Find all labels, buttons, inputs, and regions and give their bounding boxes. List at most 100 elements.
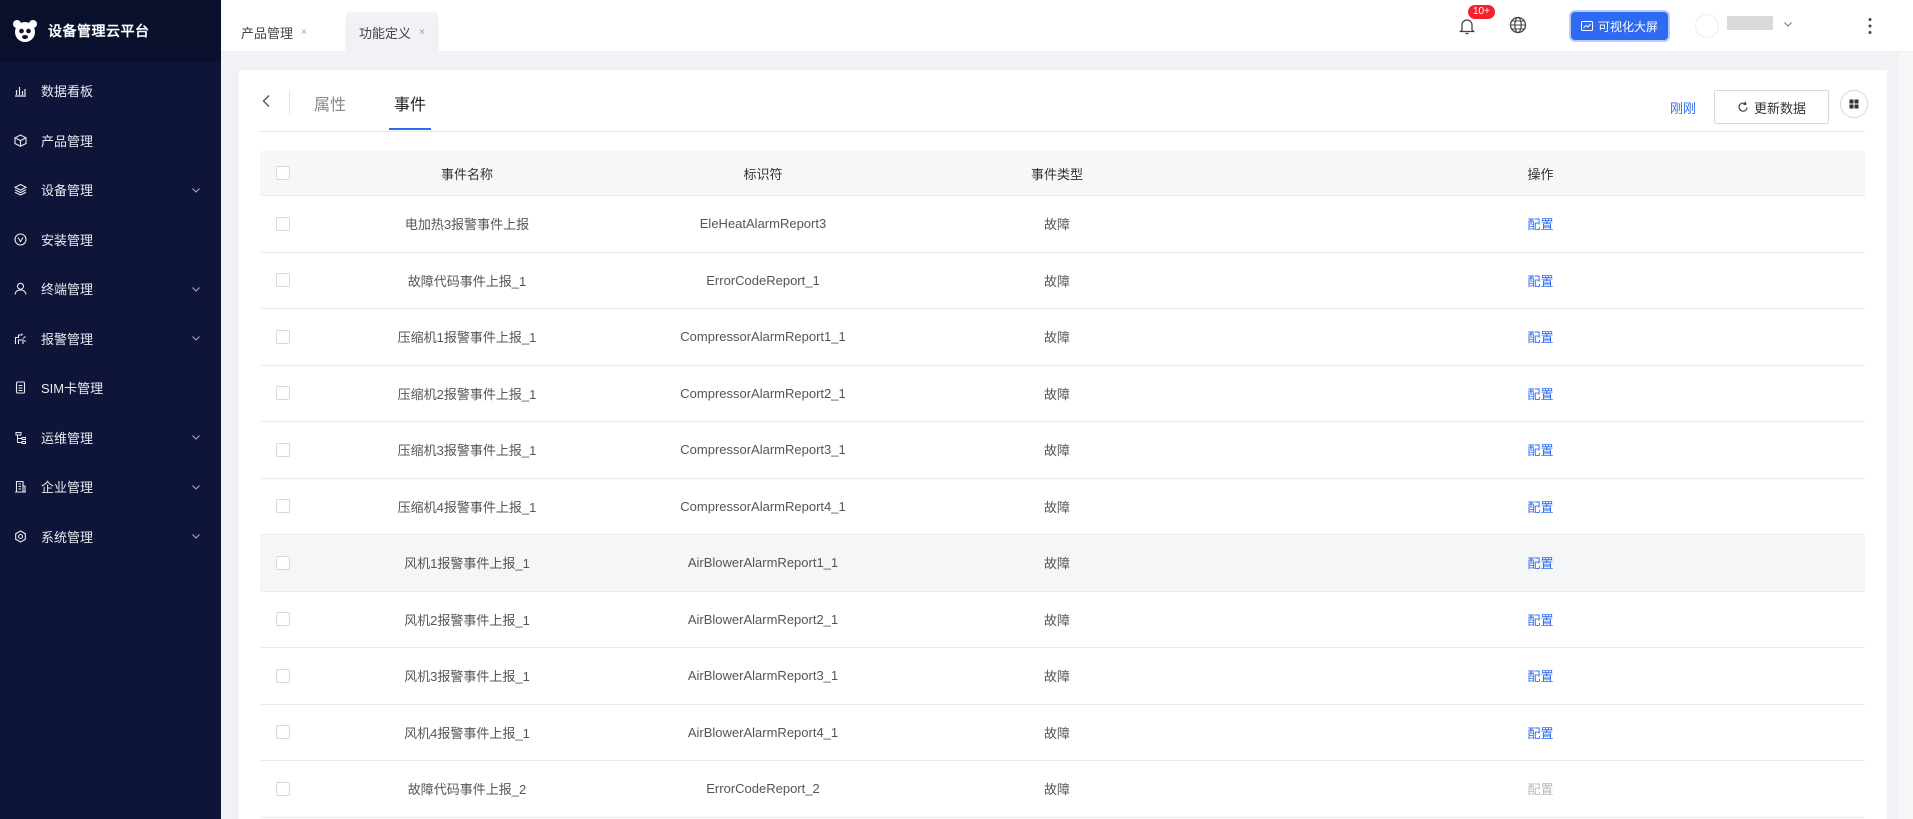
table-row[interactable]: 风机4报警事件上报_1 AirBlowerAlarmReport4_1 故障 配置 [260,705,1865,761]
table-row[interactable]: 压缩机1报警事件上报_1 CompressorAlarmReport1_1 故障 配置 [260,309,1865,366]
tab-label: 产品管理 [241,25,294,41]
row-checkbox[interactable] [276,781,290,796]
configure-link[interactable]: 配置 [1527,217,1553,232]
chevron-down-icon[interactable] [1783,19,1793,29]
alarm-icon [13,331,27,345]
notification-badge: 10+ [1468,5,1495,19]
view-toggle-button[interactable] [1840,90,1868,118]
table-row[interactable]: 风机1报警事件上报_1 AirBlowerAlarmReport1_1 故障 配置 [260,535,1865,592]
table-row[interactable]: 风机2报警事件上报_1 AirBlowerAlarmReport2_1 故障 配置 [260,592,1865,648]
row-checkbox[interactable] [276,725,290,740]
sidebar-item-terminal[interactable]: 终端管理 [0,264,221,314]
select-all-checkbox[interactable] [276,166,290,180]
divider [260,131,1865,132]
event-name-cell: 故障代码事件上报_1 [407,273,527,289]
identifier-cell: EleHeatAlarmReport3 [699,216,827,232]
configure-link[interactable]: 配置 [1527,387,1553,402]
tab-product-management[interactable]: 产品管理 × [227,12,321,52]
row-checkbox[interactable] [276,273,290,288]
event-name-cell: 风机4报警事件上报_1 [404,725,530,741]
sidebar-item-enterprise[interactable]: 企业管理 [0,462,221,512]
event-type-cell: 故障 [1043,217,1070,233]
sidebar-item-alarm[interactable]: 报警管理 [0,314,221,364]
event-type-cell: 故障 [1043,612,1070,628]
tab-function-definition[interactable]: 功能定义 × [345,12,439,52]
configure-link[interactable]: 配置 [1527,274,1553,289]
sidebar-item-sim[interactable]: SIM卡管理 [0,363,221,413]
user-name-redacted[interactable] [1727,16,1773,30]
chevron-down-icon [192,435,200,441]
main-card: 属性 事件 刚刚 更新数据 事件名称 标识符 事件类型 操作 电加热3报警事件上… [239,70,1887,819]
identifier-cell: CompressorAlarmReport4_1 [680,498,846,514]
building-icon [13,480,27,494]
sidebar-item-dashboard[interactable]: 数据看板 [0,66,221,116]
table-row[interactable]: 电加热3报警事件上报 EleHeatAlarmReport3 故障 配置 [260,196,1865,253]
configure-link[interactable]: 配置 [1527,330,1553,345]
app-title: 设备管理云平台 [48,23,150,39]
tab-properties[interactable]: 属性 [314,91,346,115]
row-checkbox[interactable] [276,612,290,627]
layers-icon [13,183,27,197]
chevron-down-icon [192,286,200,292]
refresh-data-button[interactable]: 更新数据 [1714,90,1829,124]
configure-link[interactable]: 配置 [1527,669,1553,684]
tab-events[interactable]: 事件 [394,91,426,115]
close-icon[interactable]: × [301,27,307,38]
top-bar: 产品管理 × 功能定义 × 10+ 可视化大屏 [221,0,1913,52]
identifier-cell: AirBlowerAlarmReport1_1 [687,555,839,571]
table-row[interactable]: 压缩机4报警事件上报_1 CompressorAlarmReport4_1 故障 配置 [260,479,1865,535]
globe-icon[interactable] [1508,15,1528,35]
row-checkbox[interactable] [276,442,290,457]
row-checkbox[interactable] [276,499,290,514]
sidebar-item-install[interactable]: 安装管理 [0,215,221,265]
event-type-cell: 故障 [1043,330,1070,346]
event-name-cell: 压缩机2报警事件上报_1 [397,386,537,402]
visualization-screen-button[interactable]: 可视化大屏 [1571,12,1668,40]
back-arrow-icon[interactable] [261,94,273,108]
table-row[interactable]: 压缩机3报警事件上报_1 CompressorAlarmReport3_1 故障 配置 [260,422,1865,479]
table-row[interactable]: 故障代码事件上报_2 ErrorCodeReport_2 故障 配置 [260,761,1865,818]
configure-link[interactable]: 配置 [1527,500,1553,515]
page-scrollbar[interactable] [1899,52,1913,819]
row-checkbox[interactable] [276,329,290,344]
configure-link[interactable]: 配置 [1527,726,1553,741]
cube-icon [13,133,27,147]
event-type-cell: 故障 [1043,782,1070,798]
identifier-cell: AirBlowerAlarmReport3_1 [687,668,839,684]
sidebar-item-product[interactable]: 产品管理 [0,116,221,166]
user-icon [13,282,27,296]
table-header: 事件名称 标识符 事件类型 操作 [260,151,1865,196]
chevron-down-icon [192,187,200,193]
configure-link[interactable]: 配置 [1527,443,1553,458]
identifier-cell: CompressorAlarmReport1_1 [680,329,846,345]
sidebar-item-system[interactable]: 系统管理 [0,512,221,562]
settings-icon [13,529,27,543]
table-body: 电加热3报警事件上报 EleHeatAlarmReport3 故障 配置 故障代码事件上… [260,196,1865,818]
more-vertical-icon[interactable] [1867,16,1873,36]
row-checkbox[interactable] [276,668,290,683]
event-name-cell: 风机1报警事件上报_1 [404,556,530,572]
sidebar-item-device[interactable]: 设备管理 [0,165,221,215]
table-row[interactable]: 风机3报警事件上报_1 AirBlowerAlarmReport3_1 故障 配置 [260,648,1865,705]
bell-icon[interactable] [1457,16,1477,36]
avatar[interactable] [1695,14,1719,38]
install-icon [13,232,27,246]
event-type-cell: 故障 [1043,499,1070,515]
identifier-cell: ErrorCodeReport_1 [706,272,820,288]
configure-link[interactable]: 配置 [1527,556,1553,571]
row-checkbox[interactable] [276,386,290,401]
sub-tabs: 属性 事件 刚刚 更新数据 [239,70,1887,132]
column-header-identifier: 标识符 [743,166,783,182]
sidebar-item-ops[interactable]: 运维管理 [0,413,221,463]
configure-link[interactable]: 配置 [1527,613,1553,628]
sidebar-menu: 数据看板 产品管理 设备管理 安装管理 终端管理 报警管理 SIM卡管理 运维管… [0,62,221,561]
configure-link[interactable]: 配置 [1527,782,1553,797]
row-checkbox[interactable] [276,216,290,231]
event-name-cell: 风机3报警事件上报_1 [404,669,530,685]
row-checkbox[interactable] [276,555,290,570]
close-icon[interactable]: × [419,27,425,38]
table-row[interactable]: 故障代码事件上报_1 ErrorCodeReport_1 故障 配置 [260,253,1865,309]
refresh-icon [1738,101,1748,112]
table-row[interactable]: 压缩机2报警事件上报_1 CompressorAlarmReport2_1 故障 配置 [260,366,1865,422]
app-logo[interactable]: 设备管理云平台 [0,0,221,62]
